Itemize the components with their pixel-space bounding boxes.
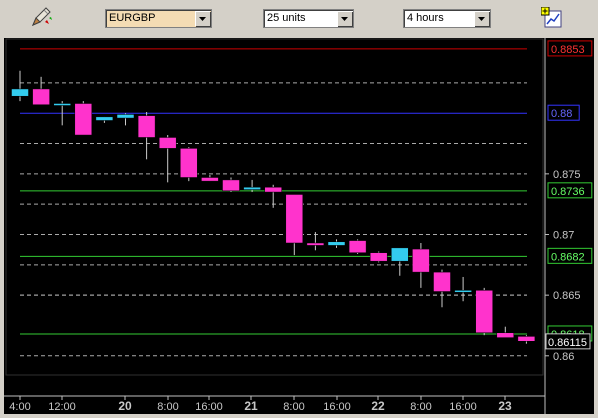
candlestick-chart[interactable]: 0.875 0.87 0.865 0.86 0.8853 0.88 0.8736 0.8682… <box>4 38 594 414</box>
chevron-down-icon <box>478 17 485 21</box>
candle-down[interactable] <box>475 290 493 334</box>
x-tick-label: 4:00 <box>9 401 30 413</box>
candle-up[interactable] <box>95 116 114 121</box>
symbol-select-value: EURGBP <box>109 12 156 24</box>
candle-down[interactable] <box>433 271 451 292</box>
price-label: 0.8853 <box>551 44 585 56</box>
candle-down[interactable] <box>222 179 240 192</box>
x-tick-label: 20 <box>118 399 132 413</box>
chart-settings-icon[interactable] <box>540 6 563 29</box>
units-select-value: 25 units <box>267 12 306 24</box>
units-dropdown-button[interactable] <box>337 11 352 26</box>
interval-select[interactable]: 4 hours <box>403 9 491 28</box>
candle-up[interactable] <box>11 88 29 97</box>
candle-up[interactable] <box>454 290 472 293</box>
toolbar: EURGBP 25 units 4 hours <box>0 0 598 36</box>
candle-down[interactable] <box>32 88 50 105</box>
x-tick-label: 22 <box>371 399 385 413</box>
price-label: 0.8682 <box>551 251 585 263</box>
chart-area[interactable]: 0.875 0.87 0.865 0.86 0.8853 0.88 0.8736 0.8682… <box>4 38 594 414</box>
y-tick-label: 0.87 <box>553 230 574 242</box>
candle-down[interactable] <box>201 177 219 182</box>
chevron-down-icon <box>341 17 348 21</box>
y-tick-label: 0.86 <box>553 351 574 363</box>
candle-down[interactable] <box>369 252 388 262</box>
x-tick-label: 16:00 <box>449 401 477 413</box>
chevron-down-icon <box>199 17 206 21</box>
candle-up[interactable] <box>243 186 261 190</box>
price-label: 0.8736 <box>551 186 585 198</box>
pencil-draw-icon[interactable] <box>30 6 54 28</box>
x-tick-label: 12:00 <box>48 401 76 413</box>
candle-down[interactable] <box>412 248 430 273</box>
current-price-label: 0.86115 <box>548 337 587 349</box>
candle-down[interactable] <box>180 148 198 178</box>
symbol-select[interactable]: EURGBP <box>105 9 212 28</box>
candle-down[interactable] <box>74 103 93 136</box>
candle-down[interactable] <box>285 194 304 244</box>
candle-up[interactable] <box>327 241 346 246</box>
x-tick-label: 8:00 <box>283 401 304 413</box>
candle-down[interactable] <box>306 242 325 246</box>
x-tick-label: 16:00 <box>195 401 223 413</box>
candle-down[interactable] <box>517 336 536 342</box>
candle-down[interactable] <box>496 332 515 338</box>
symbol-dropdown-button[interactable] <box>195 11 210 26</box>
candle-down[interactable] <box>158 137 177 149</box>
candle-down[interactable] <box>348 240 367 253</box>
x-tick-label: 8:00 <box>157 401 178 413</box>
interval-select-value: 4 hours <box>407 12 444 24</box>
candle-up[interactable] <box>116 114 135 119</box>
candle-down[interactable] <box>264 186 282 193</box>
x-tick-label: 16:00 <box>323 401 351 413</box>
interval-dropdown-button[interactable] <box>474 11 489 26</box>
x-tick-label: 8:00 <box>410 401 431 413</box>
candle-down[interactable] <box>137 115 156 138</box>
x-tick-label: 23 <box>498 399 512 413</box>
y-tick-label: 0.875 <box>553 169 581 181</box>
units-select[interactable]: 25 units <box>263 9 354 28</box>
price-label: 0.88 <box>551 108 572 120</box>
candle-up[interactable] <box>391 247 409 262</box>
y-tick-label: 0.865 <box>553 290 581 302</box>
x-tick-label: 21 <box>244 399 258 413</box>
candle-up[interactable] <box>53 103 71 106</box>
